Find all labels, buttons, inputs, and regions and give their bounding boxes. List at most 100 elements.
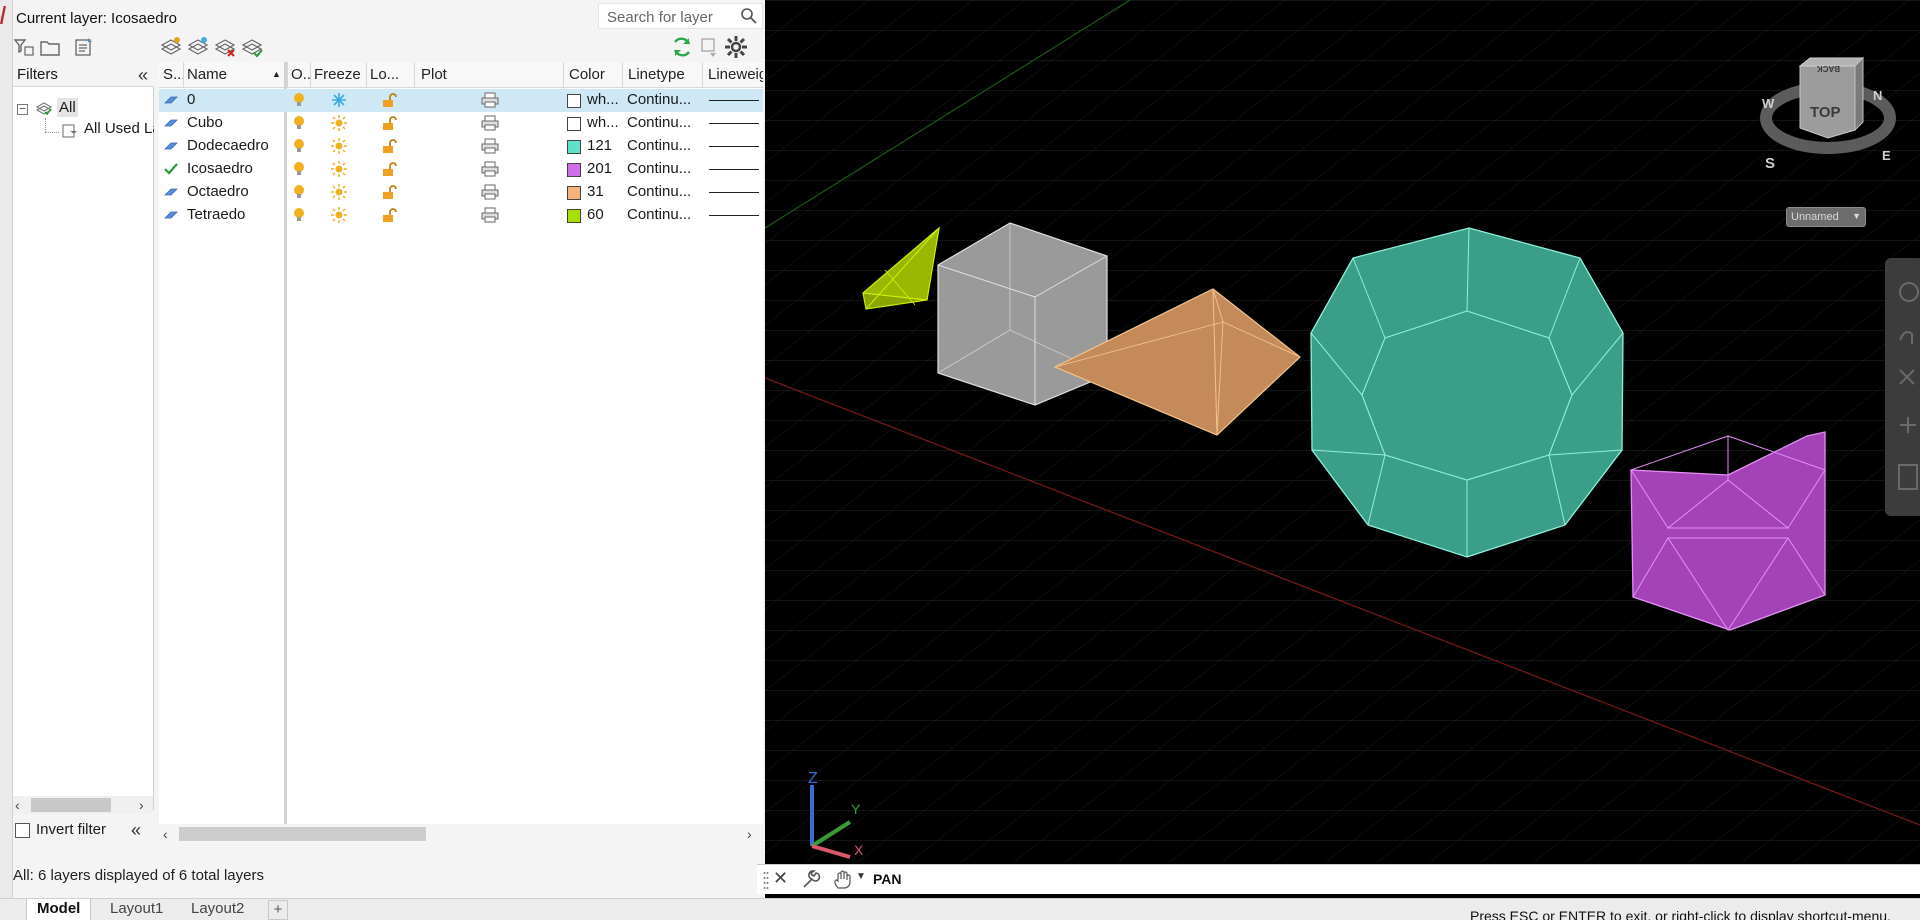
viewcube-front[interactable] bbox=[1799, 65, 1856, 139]
layer-name[interactable]: 0 bbox=[187, 91, 285, 108]
column-divider[interactable] bbox=[414, 62, 415, 88]
compass-north[interactable]: N bbox=[1873, 88, 1882, 103]
current-layer-check-icon[interactable] bbox=[163, 161, 179, 177]
search-input[interactable] bbox=[605, 7, 735, 27]
scroll-right-arrow[interactable]: › bbox=[139, 796, 144, 814]
set-current-layer-icon[interactable] bbox=[240, 35, 264, 59]
viewcube-side[interactable] bbox=[1854, 56, 1864, 132]
tree-item-all[interactable]: All bbox=[57, 98, 78, 117]
layer-status-icon[interactable] bbox=[163, 92, 179, 108]
col-status-header[interactable]: S... bbox=[163, 66, 183, 83]
add-layout-button[interactable]: + bbox=[268, 900, 288, 920]
dodecahedron-solid[interactable] bbox=[1310, 227, 1624, 558]
thaw-sun-icon[interactable] bbox=[331, 115, 347, 131]
color-swatch[interactable] bbox=[567, 186, 581, 200]
drag-grip-icon[interactable] bbox=[763, 870, 769, 890]
scroll-left-arrow[interactable]: ‹ bbox=[163, 825, 168, 843]
scroll-right-arrow[interactable]: › bbox=[747, 825, 752, 843]
printer-icon[interactable] bbox=[481, 184, 499, 200]
settings-gear-icon[interactable] bbox=[724, 35, 748, 59]
column-divider[interactable] bbox=[702, 62, 703, 88]
viewcube-face-back[interactable]: BACK bbox=[1817, 64, 1840, 73]
layer-on-bulb-icon[interactable] bbox=[291, 207, 307, 223]
layer-linetype[interactable]: Continu... bbox=[627, 206, 701, 223]
navigation-bar[interactable] bbox=[1885, 258, 1920, 516]
thaw-sun-icon[interactable] bbox=[331, 207, 347, 223]
filters-horizontal-scrollbar[interactable]: ‹ › bbox=[13, 796, 153, 814]
new-layer-vp-frozen-icon[interactable] bbox=[186, 35, 210, 59]
col-freeze-header[interactable]: Freeze bbox=[314, 66, 364, 83]
collapse-filters-button[interactable]: « bbox=[138, 65, 148, 86]
lineweight-sample[interactable] bbox=[709, 169, 759, 170]
layer-color-label[interactable]: 31 bbox=[587, 183, 621, 200]
layer-linetype[interactable]: Continu... bbox=[627, 137, 701, 154]
collapse-filter-pane-button[interactable]: « bbox=[131, 820, 141, 841]
layer-status-icon[interactable] bbox=[163, 138, 179, 154]
drawing-viewport[interactable]: Z Y X TOP BACK N E S W bbox=[765, 0, 1920, 862]
color-swatch[interactable] bbox=[567, 94, 581, 108]
column-divider[interactable] bbox=[622, 62, 623, 88]
layer-row[interactable]: Dodecaedro 121 Continu... bbox=[159, 135, 763, 158]
unlock-icon[interactable] bbox=[381, 161, 397, 177]
col-color-header[interactable]: Color bbox=[569, 66, 614, 83]
invert-filter-checkbox[interactable] bbox=[15, 823, 30, 838]
viewport-override-icon[interactable] bbox=[697, 35, 721, 59]
tab-layout1[interactable]: Layout1 bbox=[100, 899, 173, 920]
unlock-icon[interactable] bbox=[381, 207, 397, 223]
column-divider[interactable] bbox=[183, 62, 184, 88]
layer-status-icon[interactable] bbox=[163, 207, 179, 223]
thaw-sun-icon[interactable] bbox=[331, 184, 347, 200]
layer-on-bulb-icon[interactable] bbox=[291, 184, 307, 200]
new-layer-icon[interactable] bbox=[159, 35, 183, 59]
new-property-filter-icon[interactable] bbox=[12, 35, 36, 59]
layer-row[interactable]: 0 wh... Continu... bbox=[159, 89, 763, 112]
column-divider[interactable] bbox=[310, 62, 311, 88]
layer-name[interactable]: Dodecaedro bbox=[187, 137, 285, 154]
color-swatch[interactable] bbox=[567, 209, 581, 223]
thaw-sun-icon[interactable] bbox=[331, 138, 347, 154]
column-divider[interactable] bbox=[287, 62, 288, 88]
layer-row[interactable]: Octaedro 31 Continu... bbox=[159, 181, 763, 204]
command-line[interactable]: ✕ ▼ PAN bbox=[757, 864, 1920, 894]
layer-status-icon[interactable] bbox=[163, 115, 179, 131]
layer-linetype[interactable]: Continu... bbox=[627, 114, 701, 131]
printer-icon[interactable] bbox=[481, 92, 499, 108]
lineweight-sample[interactable] bbox=[709, 215, 759, 216]
layer-color-label[interactable]: 60 bbox=[587, 206, 621, 223]
search-icon[interactable] bbox=[740, 7, 758, 25]
layer-status-icon[interactable] bbox=[163, 184, 179, 200]
col-plot-header[interactable]: Plot bbox=[421, 66, 471, 83]
scroll-thumb[interactable] bbox=[179, 827, 426, 841]
layer-linetype[interactable]: Continu... bbox=[627, 160, 701, 177]
layer-name[interactable]: Icosaedro bbox=[187, 160, 285, 177]
layer-name[interactable]: Octaedro bbox=[187, 183, 285, 200]
wrench-icon[interactable] bbox=[801, 870, 821, 890]
unlock-icon[interactable] bbox=[381, 92, 397, 108]
col-on-header[interactable]: O... bbox=[291, 66, 311, 83]
tree-item-all-used-layers[interactable]: All Used La bbox=[84, 120, 154, 137]
col-lineweight-header[interactable]: Lineweig bbox=[708, 66, 763, 83]
layer-name[interactable]: Cubo bbox=[187, 114, 285, 131]
printer-icon[interactable] bbox=[481, 161, 499, 177]
tab-layout2[interactable]: Layout2 bbox=[181, 899, 254, 920]
printer-icon[interactable] bbox=[481, 138, 499, 154]
layer-row[interactable]: Cubo wh... Continu... bbox=[159, 112, 763, 135]
layer-color-label[interactable]: 201 bbox=[587, 160, 621, 177]
unlock-icon[interactable] bbox=[381, 184, 397, 200]
layer-color-label[interactable]: wh... bbox=[587, 91, 621, 108]
col-name-header[interactable]: Name bbox=[187, 66, 247, 83]
layer-on-bulb-icon[interactable] bbox=[291, 115, 307, 131]
col-lock-header[interactable]: Lo... bbox=[370, 66, 398, 83]
tab-model[interactable]: Model bbox=[26, 899, 92, 920]
scroll-left-arrow[interactable]: ‹ bbox=[15, 796, 20, 814]
printer-icon[interactable] bbox=[481, 207, 499, 223]
compass-south[interactable]: S bbox=[1765, 155, 1775, 172]
viewcube-face-top[interactable]: TOP bbox=[1810, 104, 1841, 121]
column-divider[interactable] bbox=[366, 62, 367, 88]
layer-linetype[interactable]: Continu... bbox=[627, 183, 701, 200]
lineweight-sample[interactable] bbox=[709, 100, 759, 101]
printer-icon[interactable] bbox=[481, 115, 499, 131]
palette-title-strip[interactable] bbox=[0, 0, 13, 898]
pan-hand-icon[interactable] bbox=[832, 870, 854, 890]
chevron-down-icon[interactable]: ▼ bbox=[856, 871, 866, 882]
